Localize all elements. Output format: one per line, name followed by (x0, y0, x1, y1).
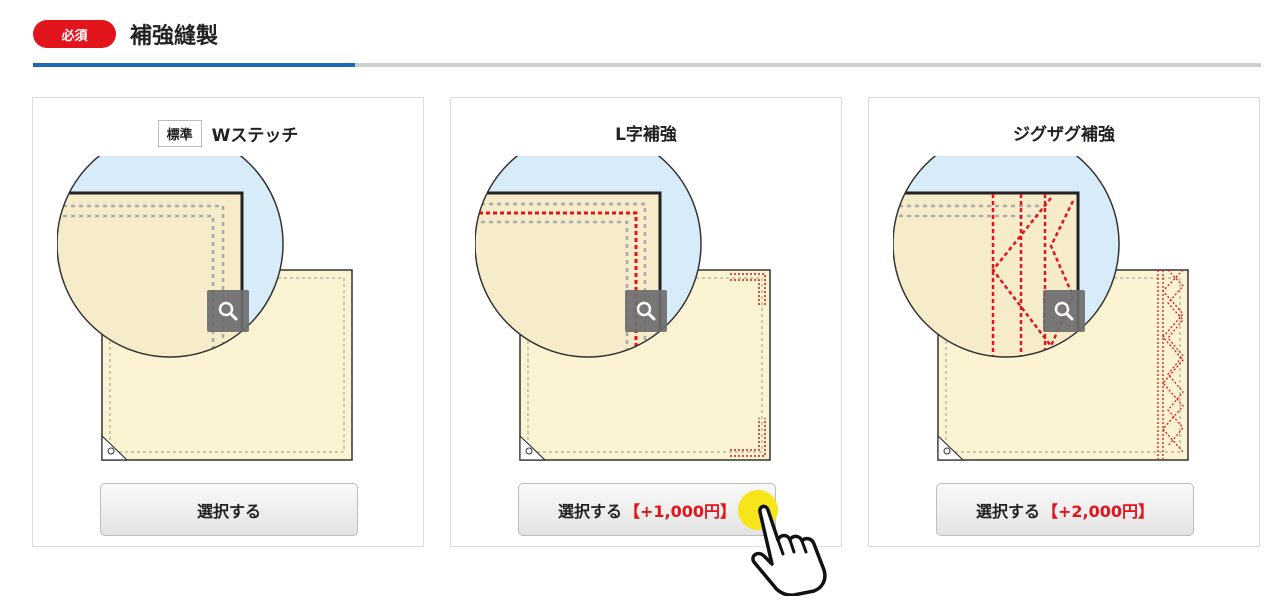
magnifier-icon[interactable] (625, 290, 667, 332)
section-divider-accent (33, 63, 355, 67)
section-divider (33, 63, 1261, 67)
select-button-w-stitch[interactable]: 選択する (100, 483, 358, 536)
select-button-zigzag-reinforcement[interactable]: 選択する 【+2,000円】 (936, 483, 1194, 536)
option-title: L字補強 (615, 125, 677, 145)
option-title-row: L字補強 (451, 120, 841, 145)
section-title: 補強縫製 (130, 24, 219, 49)
option-title-row: 標準 Wステッチ (33, 120, 423, 147)
magnifier-icon[interactable] (207, 290, 249, 332)
select-button-label: 選択する (557, 501, 622, 521)
standard-tag: 標準 (157, 120, 202, 147)
select-button-label: 選択する (975, 501, 1040, 521)
required-badge: 必須 (33, 20, 116, 48)
option-card-l-reinforcement[interactable]: L字補強 選択する 【+1,000円】 (450, 97, 842, 547)
option-card-w-stitch[interactable]: 標準 Wステッチ 選択する (32, 97, 424, 547)
price-label: 【+2,000円】 (1041, 501, 1155, 521)
option-title-row: ジグザグ補強 (869, 120, 1259, 145)
magnifier-icon[interactable] (1043, 290, 1085, 332)
option-title: ジグザグ補強 (1013, 125, 1115, 145)
price-label: 【+1,000円】 (623, 501, 737, 521)
option-card-zigzag-reinforcement[interactable]: ジグザグ補強 選択する 【+2,000円】 (868, 97, 1260, 547)
select-button-label: 選択する (196, 501, 261, 521)
section-header: 必須 補強縫製 (33, 18, 218, 50)
option-title: Wステッチ (211, 126, 299, 146)
hand-pointer-icon (738, 490, 827, 596)
